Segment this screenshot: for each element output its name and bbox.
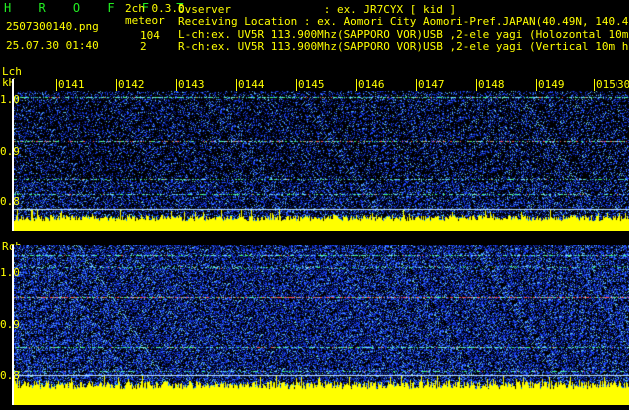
xtick-0142: 0142 [117,78,146,91]
xtick-0141: 0141 [57,78,86,91]
timestamp: 25.07.30 01:40 [6,39,99,52]
hroff-display: H R O F F T 2507300140.png 25.07.30 01:4… [0,0,629,410]
xtick-0147: 0147 [417,78,446,91]
xtick-edge: 30 [617,78,629,91]
lch-ytick-2: 0.9 [0,145,20,158]
rch-ytick-3: 0.8 [0,369,20,382]
xtick-0145: 0145 [297,78,326,91]
xtick-0146: 0146 [357,78,386,91]
image-filename: 2507300140.png [6,20,99,33]
rch-count: 2 [140,40,147,53]
lch-spectrogram [14,79,629,231]
lch-ytick-1: 1.0 [0,93,20,106]
location-info: Receiving Location : ex. Aomori City Aom… [178,15,629,28]
lch-ytick-3: 0.8 [0,195,20,208]
xtick-0143: 0143 [177,78,206,91]
mode-label: meteor [125,14,165,27]
rch-spectrogram [14,245,629,405]
xtick-0149: 0149 [537,78,566,91]
rch-receiver-info: R-ch:ex. UV5R 113.900Mhz(SAPPORO VOR)USB… [178,40,629,53]
xtick-0144: 0144 [237,78,266,91]
bottom-gap [0,405,629,410]
rch-ytick-2: 0.9 [0,318,20,331]
rch-ytick-1: 1.0 [0,266,20,279]
xtick-0148: 0148 [477,78,506,91]
